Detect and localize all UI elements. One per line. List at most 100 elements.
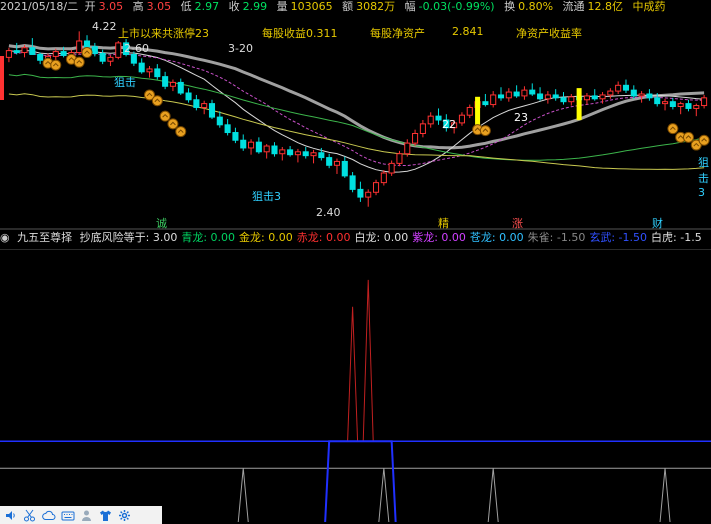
indicator-legend: ◉ 九五至尊择 抄底风险等于: 3.00 青龙: 0.00 金龙: 0.00 赤龙: … <box>0 230 710 246</box>
high-price-annotation: 4.22 <box>92 20 117 33</box>
shirt-icon[interactable] <box>97 508 114 523</box>
candle-body <box>638 93 645 97</box>
gold-coin-icon <box>682 131 694 143</box>
indicator-item-label: 朱雀: <box>527 231 554 244</box>
candle-body <box>193 99 200 108</box>
candle-body <box>271 145 278 155</box>
cloud-icon[interactable] <box>40 508 57 523</box>
gray-spike <box>378 468 390 523</box>
gear-icon[interactable] <box>116 508 133 523</box>
candle-body <box>341 160 348 177</box>
candle-body <box>83 40 91 48</box>
candle-body <box>326 157 333 166</box>
candle-body <box>521 89 528 97</box>
candle-body <box>654 97 661 105</box>
candle-body <box>513 91 520 97</box>
candle-body <box>669 101 676 108</box>
candle-body <box>279 149 286 155</box>
signal-bar <box>475 96 481 129</box>
indicator-item-value: 0.00 <box>495 231 524 244</box>
keyboard-icon[interactable] <box>59 508 76 523</box>
signal-mark-22: 22 <box>442 118 456 131</box>
eps-text: 每股收益0.311 <box>262 27 338 40</box>
candle-body <box>107 56 114 62</box>
candle-body <box>60 51 67 56</box>
signal-bar <box>576 88 582 121</box>
gold-coin-icon <box>167 118 179 130</box>
candle-body <box>583 95 590 101</box>
signal-mark-23: 23 <box>514 111 528 124</box>
indicator-item-label: 金龙: <box>239 231 265 244</box>
shot-annotation-1: 狙击3 <box>252 190 281 203</box>
candle-body <box>146 68 153 73</box>
indicator-item-value: 0.00 <box>437 231 466 244</box>
candle-body <box>333 160 341 166</box>
indicator-toggle-icon[interactable]: ◉ <box>0 231 10 244</box>
candle-body <box>505 91 512 99</box>
indicator-chart <box>0 249 711 523</box>
candle-body <box>435 115 442 121</box>
candle-body <box>185 92 192 101</box>
candle-body <box>646 93 653 99</box>
candle-body <box>115 42 122 58</box>
indicator-item-value: 3.00 <box>149 231 178 244</box>
candle-body <box>537 93 544 100</box>
candle-body <box>232 132 239 141</box>
candle-body <box>169 81 176 87</box>
candle-body <box>13 50 20 54</box>
candle-body <box>29 47 36 55</box>
candle-body <box>599 94 606 100</box>
indicator-item-8: 玄武: -1.50 <box>589 231 647 244</box>
candle-body <box>404 142 411 155</box>
indicator-item-value: 0.00 <box>207 231 236 244</box>
candle-body <box>130 53 137 64</box>
indicator-item-value: 0.00 <box>322 231 351 244</box>
candle-body <box>701 97 708 107</box>
gold-coin-icon <box>698 134 710 146</box>
candle-body <box>388 162 395 174</box>
candle-body <box>615 84 622 92</box>
candle-body <box>677 103 684 108</box>
bottom-toolbar <box>0 506 162 524</box>
gray-spike <box>237 468 249 523</box>
chart-root: 2021/05/18/二 开 3.05 高 3.05 低 2.97 收 2.99 量 10… <box>0 0 711 524</box>
candle-body <box>568 96 575 103</box>
indicator-item-9: 白虎: -1.5 <box>651 231 702 244</box>
candle-body <box>5 50 12 58</box>
scissors-icon[interactable] <box>21 508 38 523</box>
red-spike <box>347 306 359 442</box>
bvps-label: 每股净资产 <box>370 27 425 40</box>
candle-body <box>427 115 434 125</box>
candle-body <box>255 141 262 153</box>
candle-body <box>685 103 692 109</box>
candle-body <box>560 97 567 103</box>
price-chart <box>0 31 711 230</box>
indicator-item-0: 抄底风险等于: 3.00 <box>80 231 178 244</box>
indicator-item-value: 0.00 <box>380 231 409 244</box>
char-marker-1: 诚 <box>156 217 167 230</box>
date-annotation-a: 2-60 <box>124 42 149 55</box>
left-edge-marker <box>0 56 4 100</box>
candle-body <box>630 89 637 97</box>
indicator-item-6: 苍龙: 0.00 <box>470 231 524 244</box>
candle-body <box>419 123 426 134</box>
char-marker-4: 财 <box>652 217 663 230</box>
candle-body <box>248 141 255 149</box>
indicator-item-3: 赤龙: 0.00 <box>297 231 351 244</box>
indicator-item-label: 青龙: <box>181 231 208 244</box>
indicator-item-value: -1.50 <box>615 231 648 244</box>
indicator-name[interactable]: 九五至尊择 <box>17 231 72 244</box>
indicator-item-1: 青龙: 0.00 <box>181 231 235 244</box>
candle-body <box>91 46 98 55</box>
candle-body <box>482 101 489 106</box>
candle-body <box>591 95 598 100</box>
candle-body <box>372 182 380 193</box>
speaker-icon[interactable] <box>2 508 19 523</box>
roe-label: 净资产收益率 <box>516 27 582 40</box>
gold-coin-icon <box>151 95 163 107</box>
user-icon[interactable] <box>78 508 95 523</box>
indicator-item-label: 苍龙: <box>469 231 496 244</box>
candle-body <box>529 89 536 95</box>
gold-coin-icon <box>81 47 93 59</box>
gray-spike <box>659 468 671 523</box>
